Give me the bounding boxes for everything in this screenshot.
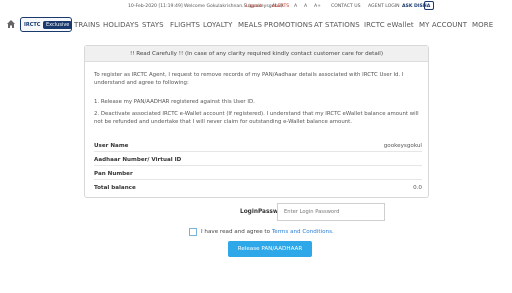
irctc-exclusive-logo[interactable]: IRCTC Exclusive bbox=[20, 17, 73, 32]
font-size-decrease[interactable]: A bbox=[294, 4, 297, 9]
release-pan-aadhaar-button[interactable]: Release PAN/AADHAAR bbox=[228, 241, 312, 257]
user-name-label: User Name bbox=[94, 143, 129, 149]
total-balance-label: Total balance bbox=[94, 185, 136, 191]
brand-badge: Exclusive bbox=[43, 21, 73, 29]
contact-us-link[interactable]: CONTACT US bbox=[331, 4, 361, 9]
login-password-input[interactable] bbox=[277, 203, 385, 221]
font-size-normal[interactable]: A bbox=[304, 4, 307, 9]
aadhaar-row: Aadhaar Number/ Virtual ID bbox=[94, 155, 422, 166]
nav-loyalty[interactable]: LOYALTY bbox=[203, 21, 233, 29]
datetime-text: 10-Feb-2020 [11:19:49] bbox=[128, 4, 183, 9]
disha-chat-icon[interactable] bbox=[424, 1, 434, 10]
nav-my-account[interactable]: MY ACCOUNT bbox=[419, 21, 467, 29]
point-two-text: 2. Deactivate associated IRCTC e-Wallet … bbox=[94, 111, 419, 125]
logout-link[interactable]: Logout bbox=[246, 4, 262, 9]
welcome-text: Welcome Gokulakrishnan.S (gookeysgokul) bbox=[184, 4, 283, 9]
user-name-value: gookeysgokul bbox=[383, 143, 422, 149]
nav-more[interactable]: MORE bbox=[472, 21, 493, 29]
nav-trains[interactable]: TRAINS bbox=[74, 21, 100, 29]
brand-name: IRCTC bbox=[24, 22, 41, 28]
terms-link[interactable]: Terms and Conditions. bbox=[272, 229, 334, 235]
user-name-row: User Name gookeysgokul bbox=[94, 141, 422, 152]
terms-checkbox[interactable] bbox=[189, 228, 197, 236]
agent-login-link[interactable]: AGENT LOGIN bbox=[368, 4, 400, 9]
alerts-link[interactable]: ALERTS bbox=[272, 4, 289, 9]
release-info-panel: !! Read Carefully !! (In case of any cla… bbox=[84, 45, 429, 198]
nav-meals[interactable]: MEALS bbox=[238, 21, 262, 29]
point-one-text: 1. Release my PAN/AADHAR registered agai… bbox=[94, 99, 255, 105]
total-balance-value: 0.0 bbox=[413, 185, 422, 191]
pan-row: Pan Number bbox=[94, 169, 422, 180]
nav-promotions[interactable]: PROMOTIONS bbox=[264, 21, 313, 29]
aadhaar-label: Aadhaar Number/ Virtual ID bbox=[94, 157, 182, 163]
top-utility-bar: 10-Feb-2020 [11:19:49] Welcome Gokulakri… bbox=[0, 0, 512, 13]
font-size-increase[interactable]: A+ bbox=[314, 4, 321, 9]
nav-stays[interactable]: STAYS bbox=[142, 21, 164, 29]
terms-text: I have read and agree to Terms and Condi… bbox=[201, 229, 334, 235]
home-icon[interactable] bbox=[6, 19, 16, 29]
intro-text: To register as IRCTC Agent, I request to… bbox=[94, 72, 404, 86]
total-balance-row: Total balance 0.0 bbox=[94, 183, 422, 194]
pan-label: Pan Number bbox=[94, 171, 133, 177]
panel-heading: !! Read Carefully !! (In case of any cla… bbox=[85, 46, 428, 62]
nav-ewallet[interactable]: IRCTC eWallet bbox=[364, 21, 414, 29]
nav-holidays[interactable]: HOLIDAYS bbox=[103, 21, 139, 29]
nav-at-stations[interactable]: AT STATIONS bbox=[314, 21, 360, 29]
nav-flights[interactable]: FLIGHTS bbox=[170, 21, 200, 29]
main-nav: IRCTC Exclusive TRAINS HOLIDAYS STAYS FL… bbox=[0, 15, 512, 35]
terms-prefix: I have read and agree to bbox=[201, 229, 271, 235]
